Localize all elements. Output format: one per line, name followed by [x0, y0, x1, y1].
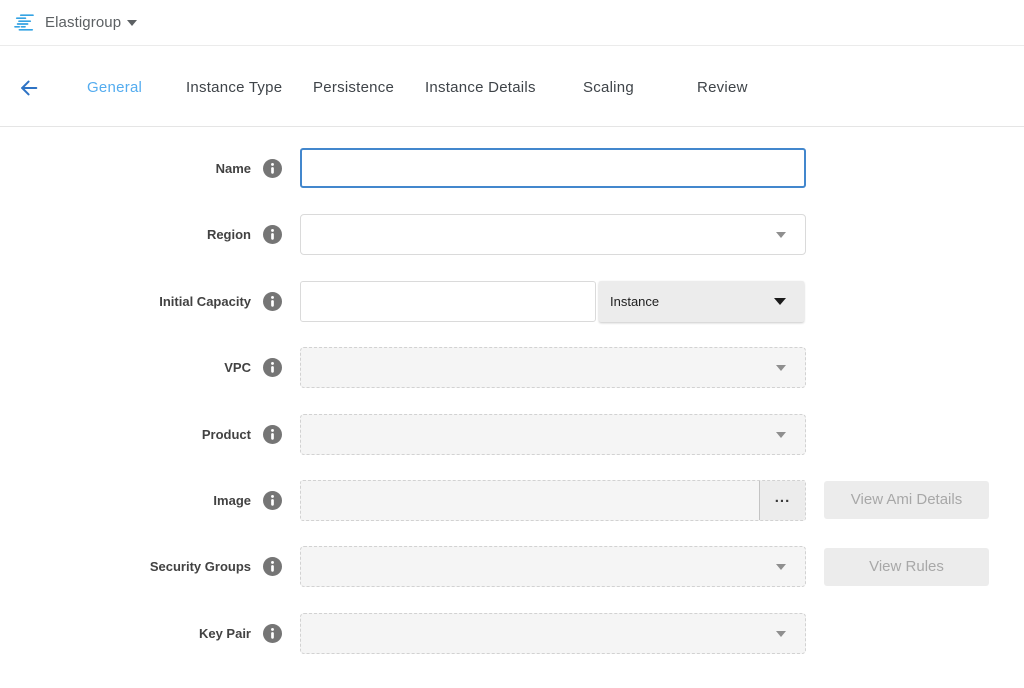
- form-row-key-pair: Key Pair: [0, 613, 1024, 654]
- back-arrow-icon[interactable]: [20, 79, 38, 97]
- tab-instance-type[interactable]: Instance Type: [186, 48, 282, 128]
- chevron-down-icon: [776, 631, 786, 637]
- info-icon[interactable]: [263, 491, 282, 510]
- initial-capacity-field: Instance: [300, 281, 806, 322]
- general-settings-form: Name Region Initial Capacity Instance VP…: [0, 127, 1024, 654]
- wizard-tabs-bar: General Instance Type Persistence Instan…: [0, 46, 1024, 127]
- initial-capacity-label: Initial Capacity: [0, 281, 251, 322]
- info-icon[interactable]: [263, 624, 282, 643]
- info-icon[interactable]: [263, 358, 282, 377]
- form-row-vpc: VPC: [0, 347, 1024, 388]
- form-row-region: Region: [0, 214, 1024, 255]
- tab-persistence[interactable]: Persistence: [313, 48, 394, 128]
- tab-general[interactable]: General: [87, 48, 142, 128]
- app-title[interactable]: Elastigroup: [45, 0, 121, 45]
- vpc-select: [300, 347, 806, 388]
- initial-capacity-input[interactable]: [300, 281, 596, 322]
- chevron-down-icon: [776, 365, 786, 371]
- name-input[interactable]: [300, 148, 806, 188]
- chevron-down-icon: [776, 432, 786, 438]
- form-row-product: Product: [0, 414, 1024, 455]
- image-label: Image: [0, 480, 251, 521]
- tab-scaling[interactable]: Scaling: [583, 48, 634, 128]
- chevron-down-icon: [774, 298, 786, 305]
- form-row-image: Image ... View Ami Details: [0, 480, 1024, 521]
- security-groups-select: [300, 546, 806, 587]
- view-ami-details-button[interactable]: View Ami Details: [824, 481, 989, 519]
- name-label: Name: [0, 148, 251, 189]
- elastigroup-logo-icon: [14, 14, 34, 31]
- key-pair-select: [300, 613, 806, 654]
- top-header-bar: Elastigroup: [0, 0, 1024, 46]
- capacity-unit-select[interactable]: Instance: [599, 281, 804, 322]
- chevron-down-icon: [776, 232, 786, 238]
- info-icon[interactable]: [263, 557, 282, 576]
- key-pair-label: Key Pair: [0, 613, 251, 654]
- view-rules-button[interactable]: View Rules: [824, 548, 989, 586]
- chevron-down-icon: [776, 564, 786, 570]
- chevron-down-icon[interactable]: [127, 20, 137, 26]
- product-label: Product: [0, 414, 251, 455]
- tab-review[interactable]: Review: [697, 48, 748, 128]
- form-row-initial-capacity: Initial Capacity Instance: [0, 281, 1024, 322]
- info-icon[interactable]: [263, 425, 282, 444]
- form-row-security-groups: Security Groups View Rules: [0, 546, 1024, 587]
- region-select[interactable]: [300, 214, 806, 255]
- info-icon[interactable]: [263, 225, 282, 244]
- vpc-label: VPC: [0, 347, 251, 388]
- image-field: ...: [300, 480, 806, 521]
- security-groups-label: Security Groups: [0, 546, 251, 587]
- region-label: Region: [0, 214, 251, 255]
- tab-instance-details[interactable]: Instance Details: [425, 48, 536, 128]
- capacity-unit-value: Instance: [610, 281, 659, 322]
- product-select: [300, 414, 806, 455]
- browse-image-button[interactable]: ...: [759, 481, 805, 520]
- info-icon[interactable]: [263, 159, 282, 178]
- info-icon[interactable]: [263, 292, 282, 311]
- form-row-name: Name: [0, 148, 1024, 189]
